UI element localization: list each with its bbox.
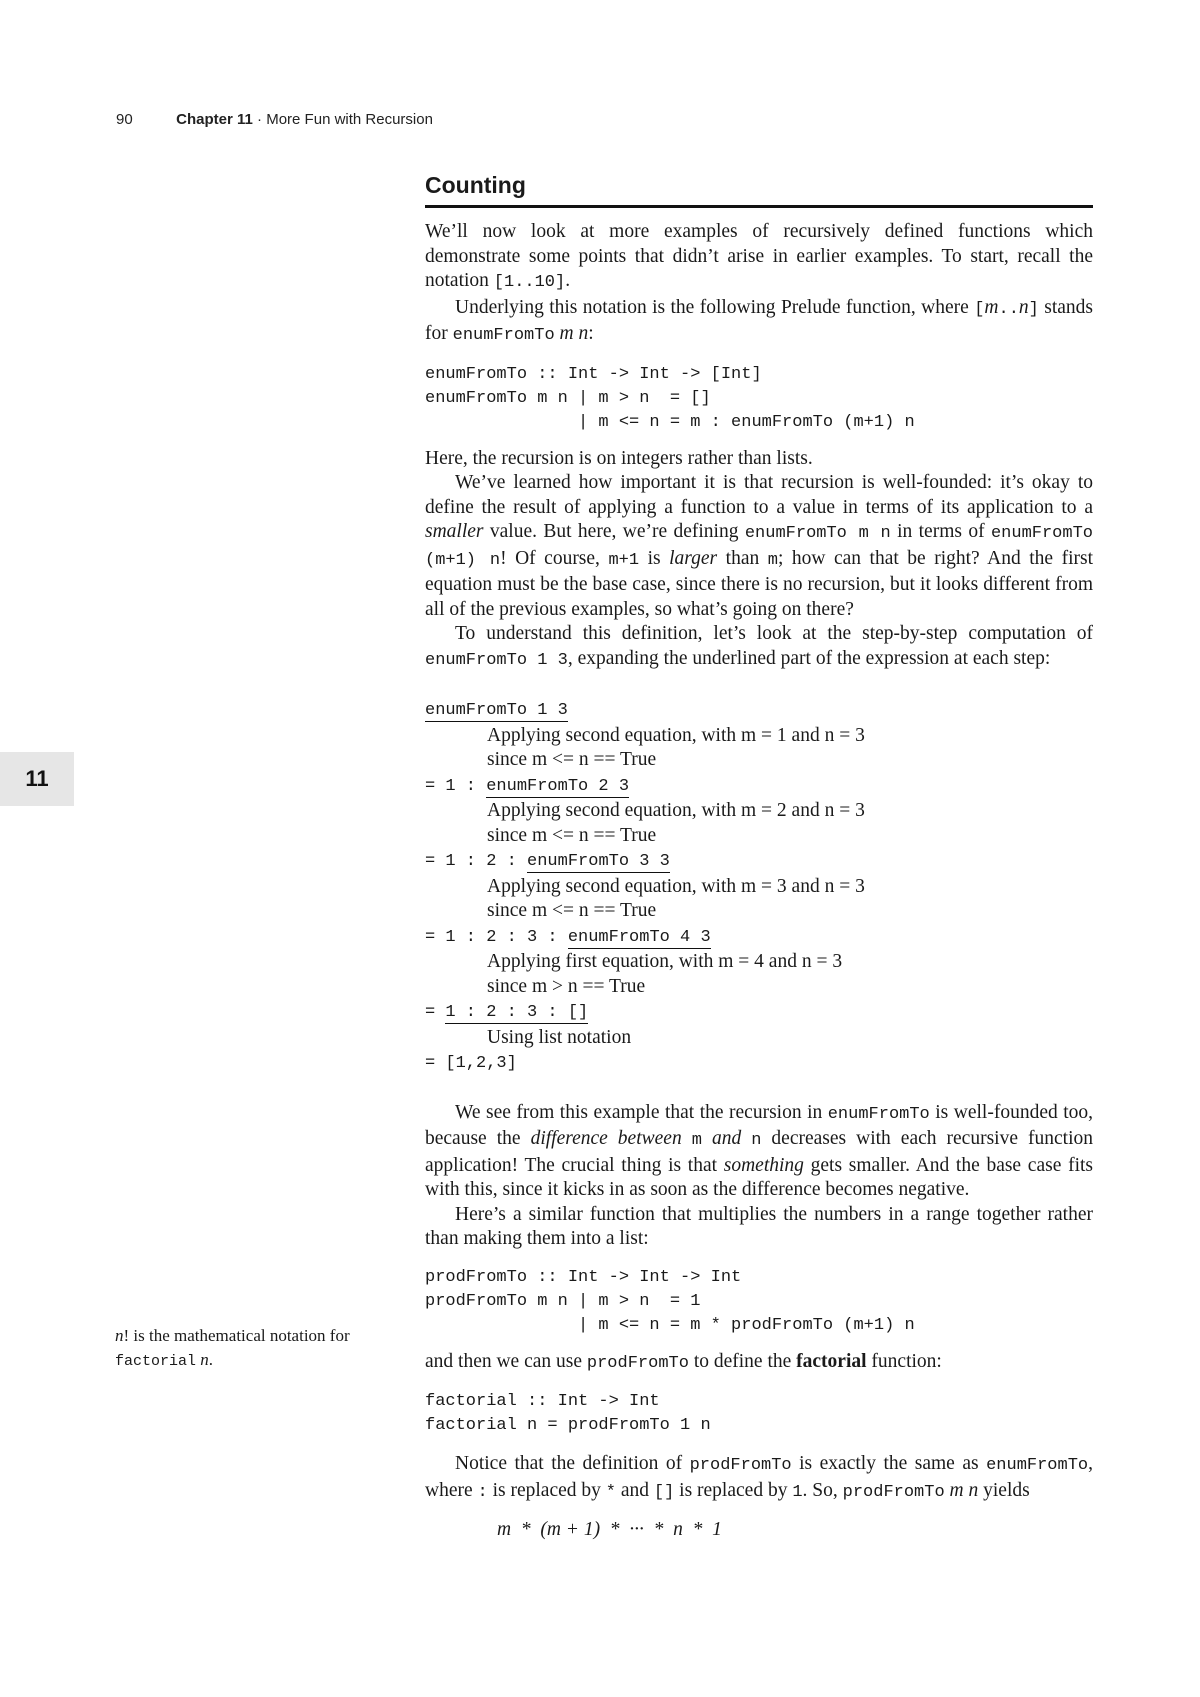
trace-underlined-expression: enumFromTo 2 3 <box>486 776 630 798</box>
evaluation-trace: enumFromTo 1 3 Applying second equation, … <box>425 697 1093 1077</box>
code-block-enumfromto: enumFromTo :: Int -> Int -> [Int] enumFr… <box>425 364 915 432</box>
trace-step: = [1,2,3] <box>425 1050 1093 1077</box>
trace-step: = 1 : 2 : 3 : [] <box>425 999 1093 1026</box>
trace-underlined-expression: 1 : 2 : 3 : [] <box>445 1003 589 1024</box>
paragraph-underlying: Underlying this notation is the followin… <box>425 296 1094 346</box>
page-number: 90 <box>116 111 133 128</box>
section-title: Counting <box>425 172 1093 208</box>
product-expansion-formula: m * (m + 1) * ··· * n * 1 <box>497 1519 722 1540</box>
trace-condition: since m > n == True <box>487 975 646 997</box>
trace-note: Applying first equation, with m = 4 and … <box>487 951 843 972</box>
running-head: 90 Chapter 11 · More Fun with Recursion <box>116 111 433 128</box>
paragraph-step-by-step: To understand this definition, let’s loo… <box>425 623 1093 670</box>
trace-condition: since m <= n == True <box>487 900 657 921</box>
trace-prefix: = 1 : <box>425 776 487 796</box>
paragraph-well-founded: We’ve learned how important it is that r… <box>425 472 1094 620</box>
separator: · <box>252 111 267 128</box>
trace-underlined-expression: enumFromTo 3 3 <box>527 852 670 873</box>
trace-prefix: = 1 : 2 : <box>425 852 528 871</box>
trace-step: = 1 : 2 : 3 : enumFromTo 4 3 <box>425 924 1093 951</box>
main-column: Counting We’ll now look at more examples… <box>425 172 1093 1541</box>
paragraph-factorial-intro: and then we can use prodFromTo to define… <box>425 1350 942 1373</box>
trace-condition: since m <= n == True <box>487 824 657 846</box>
code-block-factorial: factorial :: Int -> Int factorial n = pr… <box>425 1392 711 1435</box>
trace-prefix: = <box>425 1003 446 1022</box>
trace-step: = 1 : enumFromTo 2 3 <box>425 773 1093 800</box>
code-block-prodfromto: prodFromTo :: Int -> Int -> Int prodFrom… <box>425 1267 915 1335</box>
paragraph-intro: We’ll now look at more examples of recur… <box>425 221 1093 292</box>
chapter-title: More Fun with Recursion <box>266 111 433 128</box>
trace-note: Using list notation <box>487 1026 632 1048</box>
paragraph-notice: Notice that the definition of prodFromTo… <box>425 1453 1093 1502</box>
paragraph-difference: We see from this example that the recurs… <box>425 1101 1094 1201</box>
trace-prefix: = 1 : 2 : 3 : <box>425 927 568 947</box>
trace-note: Applying second equation, with m = 3 and… <box>487 875 865 897</box>
chapter-heading: Chapter 11 · More Fun with Recursion <box>176 111 433 128</box>
paragraph-similar-function: Here’s a similar function that multiplie… <box>425 1203 1093 1250</box>
trace-underlined-expression: enumFromTo 4 3 <box>567 927 711 949</box>
trace-prefix: = [1,2,3] <box>425 1054 517 1073</box>
trace-note: Applying second equation, with m = 2 and… <box>487 800 865 821</box>
chapter-thumb-tab: 11 <box>0 752 74 806</box>
paragraph-integers: Here, the recursion is on integers rathe… <box>425 447 813 469</box>
chapter-label: Chapter 11 <box>176 111 253 128</box>
trace-note: Applying second equation, with m = 1 and… <box>487 724 865 746</box>
trace-condition: since m <= n == True <box>487 749 657 770</box>
trace-step: = 1 : 2 : enumFromTo 3 3 <box>425 848 1093 875</box>
margin-note: n! is the mathematical notation for fact… <box>115 1326 350 1370</box>
trace-step: enumFromTo 1 3 <box>425 697 1093 724</box>
trace-underlined-expression: enumFromTo 1 3 <box>425 701 568 722</box>
